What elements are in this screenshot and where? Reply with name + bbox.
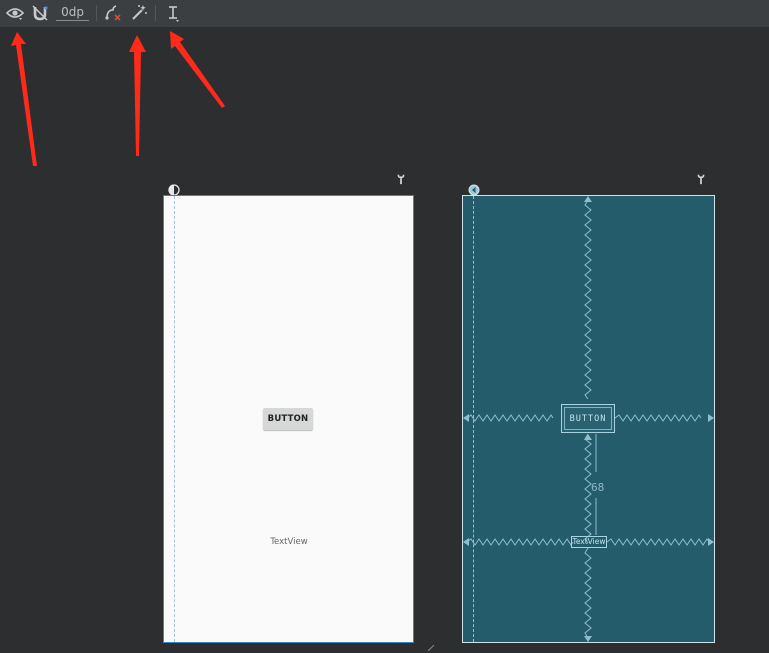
infer-constraints-button[interactable] (128, 3, 150, 23)
toolbar-separator (96, 5, 97, 21)
default-margin-dropdown[interactable]: 0dp (56, 4, 89, 21)
magic-wand-icon (132, 5, 147, 20)
button-widget[interactable]: BUTTON (263, 408, 313, 430)
clear-constraints-button[interactable] (102, 3, 124, 23)
baseline-icon (169, 6, 179, 22)
design-surface[interactable]: BUTTON TextView (163, 195, 414, 643)
vertical-guideline[interactable] (174, 196, 175, 642)
magnet-icon (32, 5, 48, 21)
wrench-icon[interactable] (395, 173, 407, 185)
resize-handle-icon[interactable] (428, 645, 434, 651)
blueprint-surface[interactable]: BUTTON 68 TextView (462, 195, 715, 643)
wrench-icon[interactable] (695, 173, 707, 185)
textview-widget[interactable]: TextView (263, 537, 315, 549)
eye-icon (6, 8, 24, 20)
clear-constraints-icon (105, 5, 121, 21)
show-constraints-button[interactable] (4, 3, 26, 23)
autoconnect-toggle-button[interactable] (29, 3, 51, 23)
align-baseline-button[interactable] (162, 3, 184, 23)
textview-widget-blueprint[interactable]: TextView (571, 536, 607, 548)
button-widget-blueprint[interactable]: BUTTON (561, 404, 615, 433)
toolbar-separator (155, 5, 156, 21)
layout-editor-toolbar: 0dp (0, 0, 769, 28)
margin-dimension-label[interactable]: 68 (591, 481, 604, 494)
